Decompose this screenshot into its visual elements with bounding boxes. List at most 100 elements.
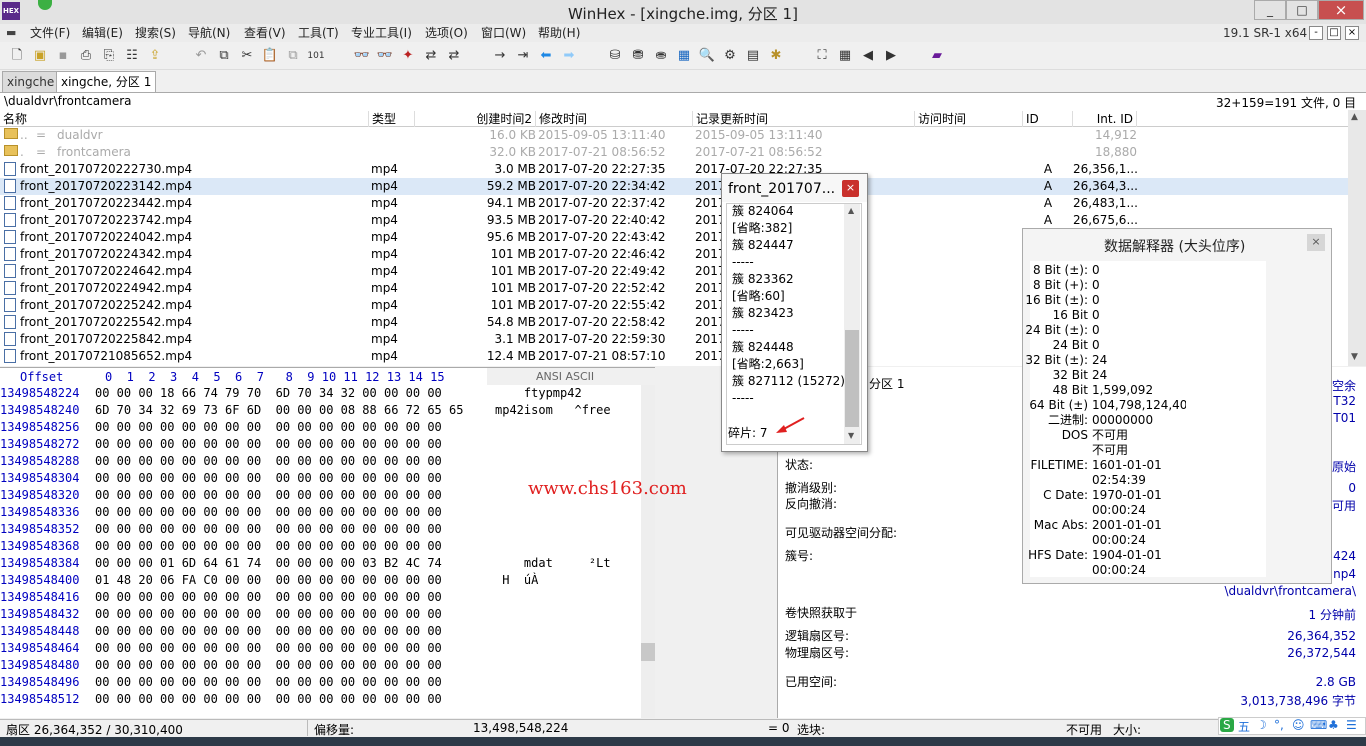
interpreter-value[interactable]: 2001-01-01 [1092, 518, 1162, 533]
hex-bytes[interactable]: 00 00 00 00 00 00 00 00 00 00 00 00 00 0… [95, 470, 442, 487]
specialist-icon[interactable]: ⛶ [813, 47, 831, 65]
hex-text[interactable]: H úÀ [495, 572, 538, 589]
scroll-down-icon[interactable]: ▼ [1351, 352, 1358, 362]
popup-scroll-up-icon[interactable]: ▲ [848, 206, 854, 215]
hex-bytes[interactable]: 00 00 00 00 00 00 00 00 00 00 00 00 00 0… [95, 538, 442, 555]
interpreter-value[interactable]: 0 [1092, 293, 1100, 308]
skin-icon[interactable]: ♣ [1328, 718, 1339, 732]
interpreter-value[interactable]: 0 [1092, 278, 1100, 293]
paste-special-icon[interactable]: ⧉ [284, 47, 302, 65]
calculator-icon[interactable]: ▤ [744, 47, 762, 65]
menu-pro-tools[interactable]: 专业工具(I) [351, 24, 412, 42]
find-hex-icon[interactable]: ✦ [399, 47, 417, 65]
menu-window[interactable]: 窗口(W) [481, 24, 526, 42]
scroll-up-icon[interactable]: ▲ [1351, 112, 1358, 122]
new-file-icon[interactable]: 🗋 [8, 47, 26, 65]
minimize-button[interactable]: _ [1254, 0, 1286, 20]
hex-bytes[interactable]: 01 48 20 06 FA C0 00 00 00 00 00 00 00 0… [95, 572, 442, 589]
mdi-restore-button[interactable]: □ [1327, 26, 1341, 40]
hex-bytes[interactable]: 00 00 00 00 00 00 00 00 00 00 00 00 00 0… [95, 453, 442, 470]
col-id[interactable]: ID [1023, 111, 1073, 127]
binary-icon[interactable]: 101 [307, 47, 325, 65]
replace-text-icon[interactable]: ⇄ [422, 47, 440, 65]
file-row[interactable]: front_20170720223142.mp4 mp4 59.2 MB 2017-0… [0, 178, 1348, 195]
ime-mode-icon[interactable]: 五 [1238, 718, 1250, 735]
ram-icon[interactable]: ▦ [675, 47, 693, 65]
hex-bytes[interactable]: 00 00 00 00 00 00 00 00 00 00 00 00 00 0… [95, 606, 442, 623]
interpreter-value[interactable]: 0 [1092, 308, 1100, 323]
paste-icon[interactable]: 📋 [261, 47, 279, 65]
hex-bytes[interactable]: 00 00 00 00 00 00 00 00 00 00 00 00 00 0… [95, 504, 442, 521]
replace-hex-icon[interactable]: ⇄ [445, 47, 463, 65]
prev-icon[interactable]: ◀ [859, 47, 877, 65]
menu-view[interactable]: 查看(V) [244, 24, 286, 42]
undo-icon[interactable]: ↶ [192, 47, 210, 65]
goto-sector-icon[interactable]: ⇥ [514, 47, 532, 65]
tab-xingche-partition-1[interactable]: xingche, 分区 1 [56, 71, 157, 92]
settings-icon[interactable]: ✱ [767, 47, 785, 65]
hex-scroll-thumb[interactable] [641, 643, 655, 661]
hex-scrollbar[interactable] [641, 385, 655, 718]
interpreter-value[interactable]: 1970-01-01 [1092, 488, 1162, 503]
open-folder-icon[interactable]: ▣ [31, 47, 49, 65]
hex-bytes[interactable]: 00 00 00 00 00 00 00 00 00 00 00 00 00 0… [95, 691, 442, 708]
hex-text[interactable]: ftypmp42 [495, 385, 582, 402]
popup-close-button[interactable]: × [842, 180, 859, 197]
interpreter-value[interactable]: 02:54:39 [1092, 473, 1146, 488]
properties-icon[interactable]: ☷ [123, 47, 141, 65]
ime-logo-icon[interactable]: S [1220, 718, 1234, 732]
hex-bytes[interactable]: 00 00 00 18 66 74 79 70 6D 70 34 32 00 0… [95, 385, 442, 402]
hex-bytes[interactable]: 6D 70 34 32 69 73 6F 6D 00 00 00 08 88 6… [95, 402, 463, 419]
col-type[interactable]: 类型 [369, 111, 415, 127]
next-icon[interactable]: ▶ [882, 47, 900, 65]
tools-icon[interactable]: ⚙ [721, 47, 739, 65]
interpreter-value[interactable]: 00:00:24 [1092, 503, 1146, 518]
interpreter-value[interactable]: 00:00:24 [1092, 563, 1146, 578]
find-icon[interactable]: 👓 [353, 47, 371, 65]
print-preview-icon[interactable]: ⎘ [100, 47, 118, 65]
save-icon[interactable]: ▪ [54, 47, 72, 65]
menu-options[interactable]: 选项(O) [425, 24, 468, 42]
interpreter-value[interactable]: 0 [1092, 263, 1100, 278]
popup-scroll-down-icon[interactable]: ▼ [848, 431, 854, 440]
interpreter-value[interactable]: 1904-01-01 [1092, 548, 1162, 563]
hex-bytes[interactable]: 00 00 00 00 00 00 00 00 00 00 00 00 00 0… [95, 674, 442, 691]
find-text-icon[interactable]: 👓 [376, 47, 394, 65]
col-modified[interactable]: 修改时间 [536, 111, 693, 127]
tab-xingche[interactable]: xingche [2, 71, 60, 92]
interpreter-value[interactable]: 0 [1092, 323, 1100, 338]
menu-icon[interactable]: ☰ [1346, 718, 1357, 732]
moon-icon[interactable]: ☽ [1256, 718, 1267, 732]
goto-offset-icon[interactable]: → [491, 47, 509, 65]
hex-bytes[interactable]: 00 00 00 00 00 00 00 00 00 00 00 00 00 0… [95, 640, 442, 657]
hex-bytes[interactable]: 00 00 00 00 00 00 00 00 00 00 00 00 00 0… [95, 623, 442, 640]
clone-disk-icon[interactable]: ⛂ [652, 47, 670, 65]
menu-navigate[interactable]: 导航(N) [188, 24, 230, 42]
menu-edit[interactable]: 编辑(E) [82, 24, 123, 42]
file-row[interactable]: . = frontcamera 32.0 KB 2017-07-21 08:56:52 2… [0, 144, 1348, 161]
interpreter-value[interactable]: 0 [1092, 338, 1100, 353]
interpreter-value[interactable]: 24 [1092, 368, 1107, 383]
interpreter-value[interactable]: 00000000 [1092, 413, 1153, 428]
copy-icon[interactable]: ⧉ [215, 47, 233, 65]
punctuation-icon[interactable]: °, [1274, 718, 1284, 732]
interpreter-value[interactable]: 不可用 [1092, 443, 1128, 458]
print-icon[interactable]: ⎙ [77, 47, 95, 65]
popup-scroll-thumb[interactable] [845, 330, 859, 427]
menu-tools[interactable]: 工具(T) [298, 24, 339, 42]
hex-bytes[interactable]: 00 00 00 00 00 00 00 00 00 00 00 00 00 0… [95, 436, 442, 453]
file-list-scrollbar[interactable] [1348, 110, 1366, 366]
col-name[interactable]: 名称 [0, 111, 369, 127]
menu-help[interactable]: 帮助(H) [538, 24, 580, 42]
maximize-button[interactable]: □ [1286, 0, 1318, 20]
col-accessed[interactable]: 访问时间 [915, 111, 1023, 127]
interpreter-value[interactable]: 24 [1092, 353, 1107, 368]
hex-text[interactable]: mdat ²Lt [495, 555, 611, 572]
col-created[interactable]: 创建时间2 [415, 111, 536, 127]
analyze-icon[interactable]: 🔍 [698, 47, 716, 65]
hex-bytes[interactable]: 00 00 00 00 00 00 00 00 00 00 00 00 00 0… [95, 419, 442, 436]
col-int-id[interactable]: Int. ID [1073, 111, 1137, 127]
hex-bytes[interactable]: 00 00 00 00 00 00 00 00 00 00 00 00 00 0… [95, 589, 442, 606]
disk-icon[interactable]: ▬ [6, 27, 22, 39]
menu-search[interactable]: 搜索(S) [135, 24, 176, 42]
